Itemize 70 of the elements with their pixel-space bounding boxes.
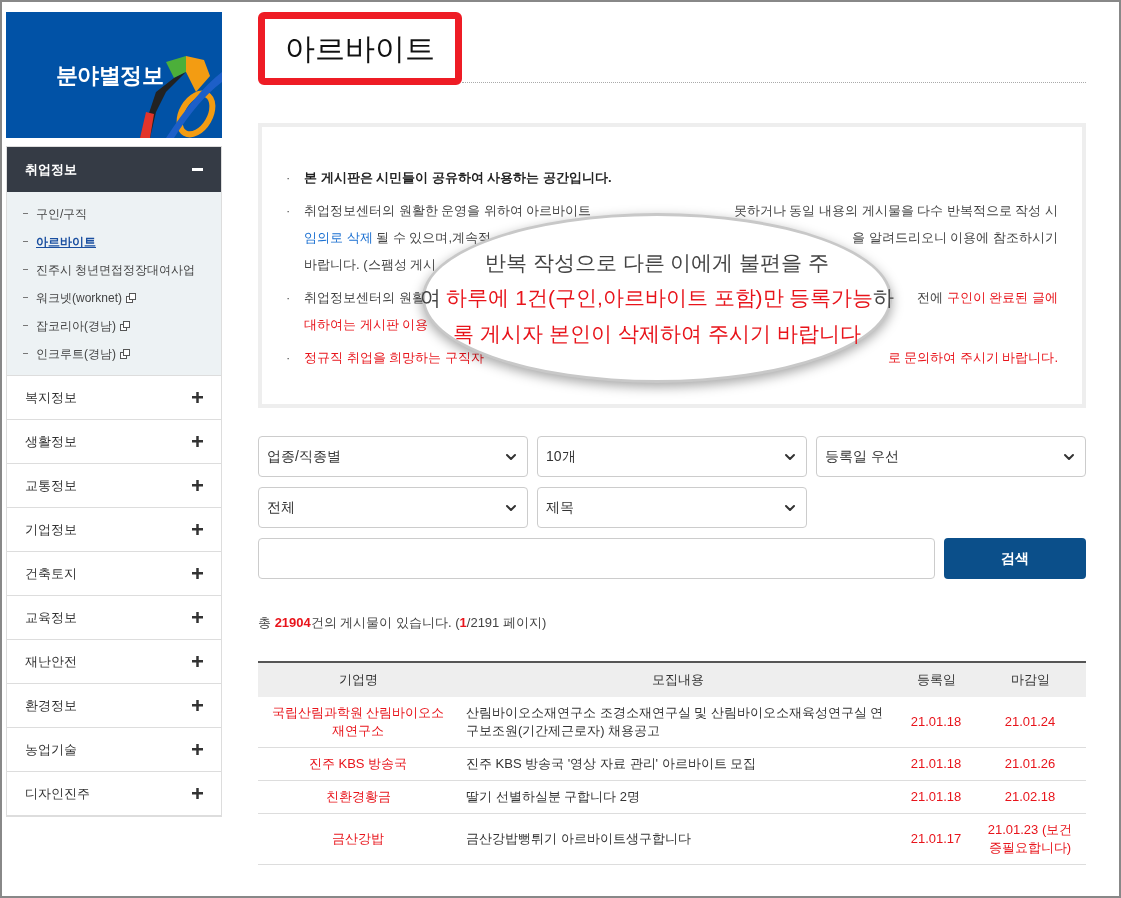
notice-text: 대하여는 게시판 이용 bbox=[304, 315, 429, 334]
notice-text: 로 문의하여 주시기 바랍니다. bbox=[887, 348, 1058, 367]
dash-icon bbox=[23, 325, 28, 326]
dash-icon bbox=[23, 241, 28, 242]
submenu-link[interactable]: 잡코리아(경남) bbox=[36, 316, 116, 335]
notice-text: 바랍니다. (스팸성 게시 bbox=[304, 255, 437, 274]
expand-icon bbox=[192, 700, 203, 711]
dropdown-select[interactable]: 10개 bbox=[537, 436, 807, 477]
dropdown-select[interactable]: 등록일 우선 bbox=[816, 436, 1086, 477]
table-cell: 친환경황금 bbox=[258, 780, 458, 813]
dash-icon bbox=[23, 213, 28, 214]
expand-icon bbox=[192, 744, 203, 755]
table-cell: 딸기 선별하실분 구합니다 2명 bbox=[458, 780, 898, 813]
table-cell: 21.01.24 bbox=[974, 696, 1086, 747]
notice-text: 임의로 삭제 될 수 있으며,계속적 bbox=[304, 228, 492, 247]
collapse-icon bbox=[192, 168, 203, 171]
dropdown-select[interactable]: 업종/직종별 bbox=[258, 436, 528, 477]
column-header: 등록일 bbox=[898, 661, 974, 697]
dropdown-select[interactable]: 제목 bbox=[537, 487, 807, 528]
table-cell: 21.01.26 bbox=[974, 747, 1086, 780]
magnified-text: 록 게시자 본인이 삭제하여 주시기 바랍니다 bbox=[453, 320, 861, 347]
table-cell: 산림바이오소재연구소 조경소재연구실 및 산림바이오소재육성연구실 연구보조원(기간제근로자) 채용공고 bbox=[458, 696, 898, 747]
page-title: 아르바이트 bbox=[258, 12, 462, 85]
bullet: · bbox=[286, 288, 292, 307]
expand-icon bbox=[192, 480, 203, 491]
table-cell: 진주 KBS 방송국 bbox=[258, 747, 458, 780]
table-cell: 21.01.18 bbox=[898, 696, 974, 747]
notice-text: 취업정보센터의 원활한 운영을 위하여 아르바이트 bbox=[304, 201, 592, 220]
notice-text: 본 게시판은 시민들이 공유하여 사용하는 공간입니다. bbox=[304, 168, 612, 187]
table-cell: 21.01.17 bbox=[898, 813, 974, 864]
expand-icon bbox=[192, 436, 203, 447]
submenu-link[interactable]: 구인/구직 bbox=[36, 204, 88, 223]
dash-icon bbox=[23, 297, 28, 298]
column-header: 기업명 bbox=[258, 661, 458, 697]
column-header: 모집내용 bbox=[458, 661, 898, 697]
bullet: · bbox=[286, 168, 292, 187]
table-cell: 금산강밥뻥튀기 아르바이트생구합니다 bbox=[458, 813, 898, 864]
submenu-link[interactable]: 인크루트(경남) bbox=[36, 344, 116, 363]
search-field[interactable] bbox=[258, 538, 935, 579]
table-cell: 국립산림과학원 산림바이오소재연구소 bbox=[258, 696, 458, 747]
notice-text: 을 알려드리오니 이용에 참조하시기 bbox=[852, 228, 1058, 247]
menu-item[interactable]: 취업정보 bbox=[7, 147, 221, 192]
table-cell: 21.01.18 bbox=[898, 780, 974, 813]
dropdown-select[interactable]: 전체 bbox=[258, 487, 528, 528]
expand-icon bbox=[192, 568, 203, 579]
bullet: · bbox=[286, 201, 292, 220]
magnified-text: 반복 작성으로 다른 이에게 불편을 주 bbox=[484, 249, 830, 276]
expand-icon bbox=[192, 788, 203, 799]
column-header: 마감일 bbox=[974, 661, 1086, 697]
table-cell: 21.01.23 (보건증필요합니다) bbox=[974, 813, 1086, 864]
post-count: 총 21904건의 게시물이 있습니다. (1/2191 페이지) bbox=[258, 615, 547, 630]
submenu-link[interactable]: 아르바이트 bbox=[36, 232, 96, 251]
submenu-link[interactable]: 워크넷(worknet) bbox=[36, 288, 122, 307]
notice-text: 정규직 취업을 희망하는 구직자 bbox=[304, 348, 484, 367]
banner-title: 분야별정보 bbox=[56, 61, 164, 90]
expand-icon bbox=[192, 524, 203, 535]
expand-icon bbox=[192, 656, 203, 667]
dash-icon bbox=[23, 353, 28, 354]
table-cell: 21.01.18 bbox=[898, 747, 974, 780]
notice-text: 전에 구인이 완료된 글에 bbox=[917, 288, 1058, 307]
expand-icon bbox=[192, 612, 203, 623]
expand-icon bbox=[192, 392, 203, 403]
table-cell: 21.02.18 bbox=[974, 780, 1086, 813]
submenu-link[interactable]: 진주시 청년면접정장대여사업 bbox=[36, 260, 196, 279]
table-cell: 금산강밥 bbox=[258, 813, 458, 864]
table-cell: 진주 KBS 방송국 '영상 자료 관리' 아르바이트 모집 bbox=[458, 747, 898, 780]
search-button[interactable]: 검색 bbox=[944, 538, 1086, 579]
dash-icon bbox=[23, 269, 28, 270]
bullet: · bbox=[286, 348, 292, 367]
notice-text: 못하거나 동일 내용의 게시물을 다수 반복적으로 작성 시 bbox=[733, 201, 1058, 220]
